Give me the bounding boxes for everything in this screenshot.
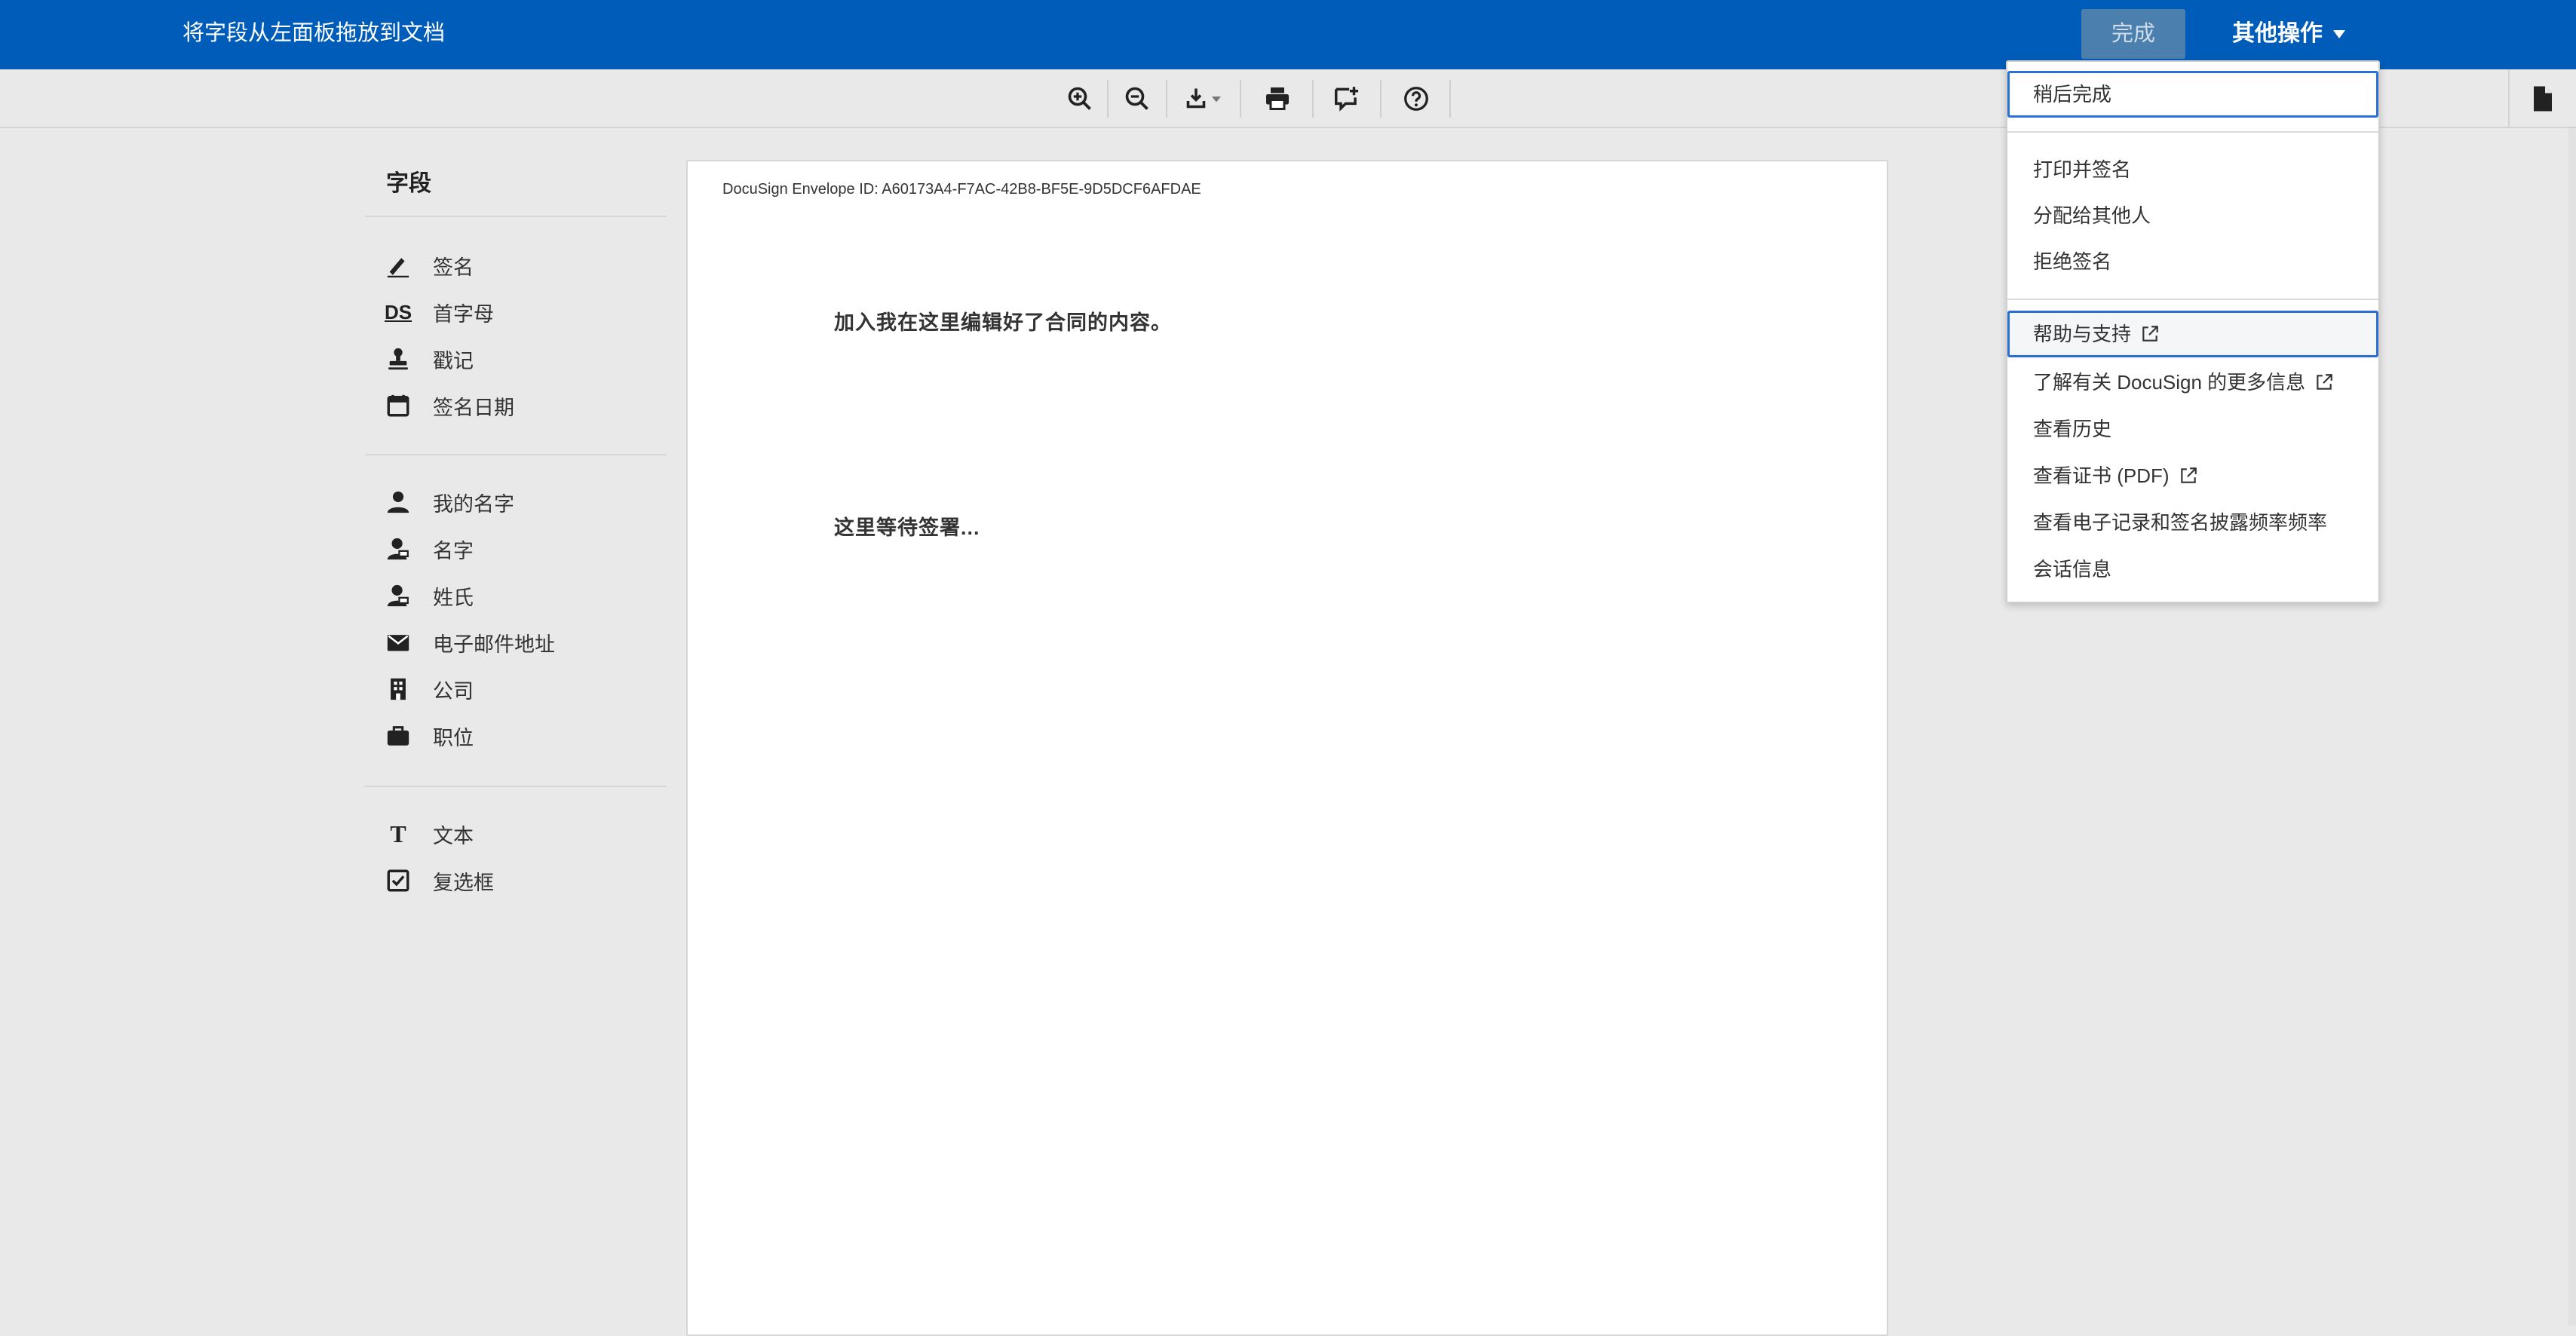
menu-item-finish-later[interactable]: 稍后完成 — [2007, 71, 2378, 118]
menu-item-label: 查看证书 (PDF) — [2033, 464, 2170, 487]
menu-item-learn-more-docusign[interactable]: 了解有关 DocuSign 的更多信息 — [2007, 359, 2378, 406]
help-icon — [1404, 87, 1428, 111]
document-text-line: 加入我在这里编辑好了合同的内容。 — [834, 311, 1172, 334]
finish-button[interactable]: 完成 — [2081, 9, 2185, 59]
document-text-line: 这里等待签署... — [834, 516, 980, 539]
zoom-in-button[interactable] — [1062, 69, 1098, 128]
field-signature[interactable]: 签名 — [385, 244, 474, 287]
panel-divider — [365, 454, 667, 455]
menu-item-assign-to-others[interactable]: 分配给其他人 — [2007, 192, 2378, 239]
menu-item-label: 帮助与支持 — [2033, 323, 2132, 345]
external-link-icon — [2142, 326, 2158, 342]
external-link-icon — [2180, 467, 2197, 483]
field-title[interactable]: 职位 — [385, 715, 474, 757]
menu-item-label: 查看历史 — [2033, 418, 2112, 440]
add-comment-icon — [1335, 87, 1359, 112]
field-first-name[interactable]: 名字 — [385, 528, 474, 570]
more-actions-menu: 稍后完成 打印并签名 分配给其他人 拒绝签名 帮助与支持 了解有关 DocuSi… — [2006, 60, 2380, 603]
add-comment-button[interactable] — [1329, 69, 1365, 128]
person-icon — [385, 489, 412, 516]
field-label: 文本 — [433, 824, 474, 847]
field-label: 签名 — [433, 256, 474, 279]
field-company[interactable]: 公司 — [385, 668, 474, 710]
toolbar-divider — [1240, 80, 1241, 118]
zoom-in-icon — [1068, 87, 1091, 110]
field-my-name[interactable]: 我的名字 — [385, 481, 514, 523]
text-icon: T — [390, 820, 406, 847]
zoom-out-icon — [1125, 87, 1148, 110]
field-email[interactable]: 电子邮件地址 — [385, 621, 555, 663]
field-label: 首字母 — [433, 302, 494, 326]
help-button[interactable] — [1398, 69, 1434, 128]
person-badge-icon — [385, 535, 412, 562]
toolbar-divider — [1449, 80, 1451, 118]
envelope-id: DocuSign Envelope ID: A60173A4-F7AC-42B8… — [722, 181, 1201, 198]
document-page[interactable]: DocuSign Envelope ID: A60173A4-F7AC-42B8… — [686, 160, 1888, 1336]
menu-item-label: 了解有关 DocuSign 的更多信息 — [2033, 371, 2306, 394]
toolbar-divider — [1166, 80, 1167, 118]
menu-item-view-history[interactable]: 查看历史 — [2007, 406, 2378, 452]
menu-item-label: 拒绝签名 — [2033, 250, 2112, 273]
field-label: 电子邮件地址 — [433, 633, 555, 656]
panel-divider — [365, 786, 667, 787]
more-actions-label: 其他操作 — [2232, 21, 2323, 46]
external-link-icon — [2317, 374, 2333, 390]
checkbox-icon — [385, 867, 412, 894]
document-pages-button[interactable] — [2508, 69, 2576, 128]
field-last-name[interactable]: 姓氏 — [385, 575, 474, 617]
toolbar-divider — [1107, 80, 1109, 118]
field-stamp[interactable]: 戳记 — [385, 338, 474, 380]
pen-icon — [385, 252, 412, 279]
panel-divider — [365, 216, 667, 217]
menu-item-print-and-sign[interactable]: 打印并签名 — [2007, 146, 2378, 193]
menu-item-help-and-support[interactable]: 帮助与支持 — [2007, 311, 2378, 357]
field-label: 我的名字 — [433, 492, 514, 516]
briefcase-icon — [385, 722, 412, 749]
top-header: 将字段从左面板拖放到文档 完成 其他操作 — [0, 0, 2576, 69]
field-label: 姓氏 — [433, 586, 474, 609]
field-label: 戳记 — [433, 349, 474, 372]
field-label: 公司 — [433, 679, 474, 703]
print-button[interactable] — [1259, 69, 1296, 128]
menu-item-decline-to-sign[interactable]: 拒绝签名 — [2007, 238, 2378, 285]
menu-item-session-info[interactable]: 会话信息 — [2007, 546, 2378, 593]
print-icon — [1266, 87, 1289, 110]
calendar-icon — [385, 392, 412, 419]
field-label: 名字 — [433, 539, 474, 562]
document-icon — [2534, 86, 2552, 112]
field-text[interactable]: T 文本 — [385, 813, 474, 855]
menu-item-label: 分配给其他人 — [2033, 204, 2151, 227]
toolbar-divider — [1380, 80, 1382, 118]
caret-down-icon — [2333, 29, 2345, 38]
field-date-signed[interactable]: 签名日期 — [385, 385, 514, 427]
fields-panel-title: 字段 — [386, 171, 431, 196]
download-icon — [1186, 88, 1221, 109]
menu-item-label: 查看电子记录和签名披露频率频率 — [2033, 511, 2328, 534]
field-label: 复选框 — [433, 871, 494, 894]
more-actions-button[interactable]: 其他操作 — [2232, 9, 2360, 59]
field-label: 职位 — [433, 726, 474, 749]
field-initials[interactable]: DS 首字母 — [385, 291, 494, 333]
download-button[interactable] — [1178, 69, 1232, 128]
initials-icon: DS — [384, 300, 412, 323]
stamp-icon — [385, 345, 412, 372]
building-icon — [385, 676, 412, 703]
page-instruction: 将字段从左面板拖放到文档 — [182, 21, 446, 45]
envelope-icon — [385, 629, 412, 656]
menu-item-view-certificate[interactable]: 查看证书 (PDF) — [2007, 452, 2378, 499]
menu-item-label: 会话信息 — [2033, 558, 2112, 581]
menu-item-label: 打印并签名 — [2033, 158, 2132, 181]
zoom-out-button[interactable] — [1119, 69, 1155, 128]
menu-item-label: 稍后完成 — [2033, 83, 2112, 106]
scrollbar-track[interactable] — [2568, 128, 2576, 1325]
menu-divider — [2007, 131, 2378, 133]
field-label: 签名日期 — [433, 396, 514, 419]
menu-item-view-disclosure[interactable]: 查看电子记录和签名披露频率频率 — [2007, 499, 2378, 546]
field-checkbox[interactable]: 复选框 — [385, 860, 494, 902]
menu-divider — [2007, 299, 2378, 300]
person-badge-icon — [385, 582, 412, 609]
toolbar-divider — [1312, 80, 1314, 118]
